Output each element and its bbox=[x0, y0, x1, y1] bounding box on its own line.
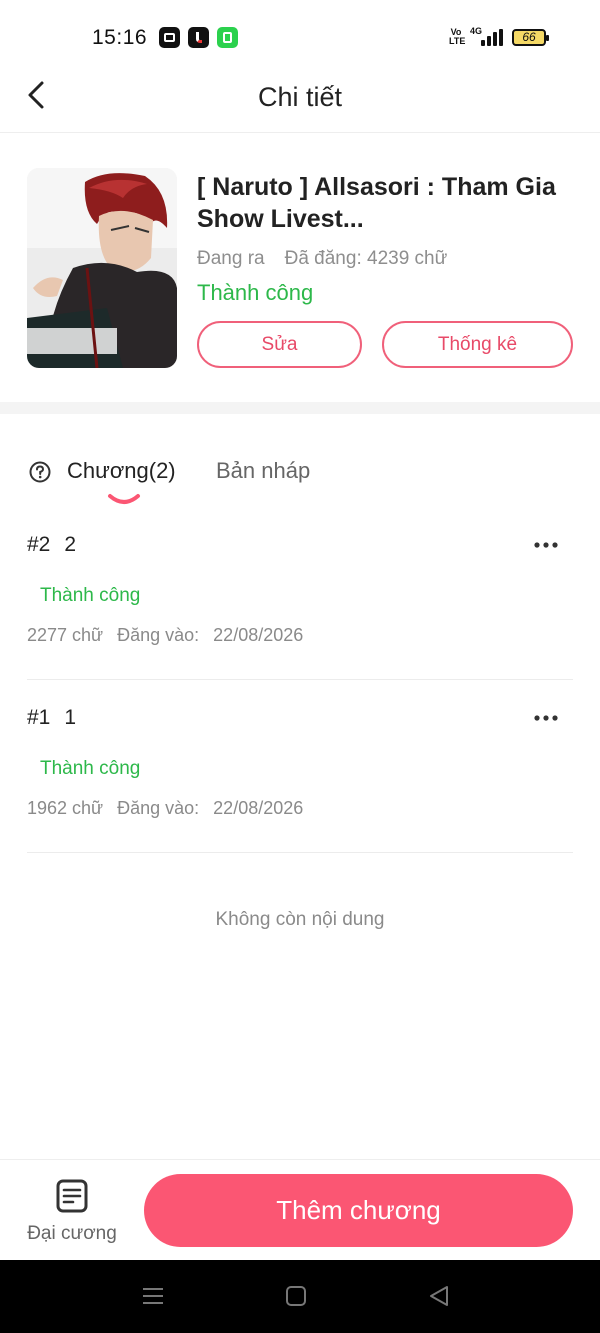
outline-document-icon[interactable] bbox=[56, 1179, 88, 1213]
capcut-icon bbox=[159, 27, 180, 48]
book-meta: Đang ra Đã đăng: 4239 chữ bbox=[197, 248, 447, 270]
more-options-icon[interactable] bbox=[533, 541, 559, 549]
volte-indicator: Vo LTE bbox=[449, 27, 466, 46]
stats-button[interactable]: Thống kê bbox=[382, 321, 573, 368]
add-chapter-button[interactable]: Thêm chương bbox=[144, 1174, 573, 1247]
book-word-count: Đã đăng: 4239 chữ bbox=[284, 248, 448, 269]
chapter-date: 22/08/2026 bbox=[213, 798, 304, 818]
chapter-item[interactable]: #1 1 Thành công 1962 chữ Đăng vào: 22/08/20… bbox=[27, 680, 573, 853]
end-of-list-message: Không còn nội dung bbox=[215, 909, 385, 930]
more-options-icon[interactable] bbox=[533, 714, 559, 722]
battery-level: 66 bbox=[522, 30, 536, 44]
signal-icon bbox=[481, 29, 507, 46]
section-divider bbox=[0, 402, 600, 414]
menu-icon[interactable] bbox=[141, 1284, 165, 1308]
bottom-action-bar: Đại cương Thêm chương bbox=[0, 1159, 600, 1260]
status-bar: 15:16 Vo LTE 4G 66 bbox=[0, 0, 600, 66]
chapter-number: #1 bbox=[27, 706, 51, 729]
back-triangle-icon[interactable] bbox=[427, 1284, 451, 1308]
book-status: Thành công bbox=[197, 280, 314, 305]
chapter-word-count: 1962 chữ bbox=[27, 798, 104, 818]
calculator-icon bbox=[217, 27, 238, 48]
chapter-title: #2 2 bbox=[27, 533, 76, 557]
help-icon[interactable] bbox=[29, 461, 51, 483]
chapter-word-count: 2277 chữ bbox=[27, 625, 104, 645]
system-nav-bar bbox=[0, 1260, 600, 1333]
chapter-posted-label: Đăng vào: bbox=[117, 798, 200, 818]
home-icon[interactable] bbox=[284, 1284, 308, 1308]
chapter-status: Thành công bbox=[40, 585, 141, 606]
edit-button[interactable]: Sửa bbox=[197, 321, 362, 368]
chapter-status: Thành công bbox=[40, 758, 141, 779]
book-cover-image[interactable] bbox=[27, 168, 177, 368]
header: Chi tiết bbox=[0, 66, 600, 133]
chapter-title: #1 1 bbox=[27, 706, 76, 730]
active-tab-indicator bbox=[108, 494, 140, 504]
page-title: Chi tiết bbox=[257, 82, 343, 112]
chapter-name: 1 bbox=[64, 706, 77, 729]
outline-label[interactable]: Đại cương bbox=[0, 1223, 144, 1245]
chapter-meta: 2277 chữ Đăng vào: 22/08/2026 bbox=[27, 625, 303, 646]
tab-chapters[interactable]: Chương(2) bbox=[67, 458, 176, 484]
chapter-date: 22/08/2026 bbox=[213, 625, 304, 645]
chapter-posted-label: Đăng vào: bbox=[117, 625, 200, 645]
battery-icon: 66 bbox=[512, 29, 549, 46]
chapter-meta: 1962 chữ Đăng vào: 22/08/2026 bbox=[27, 798, 303, 819]
status-time: 15:16 bbox=[92, 26, 148, 49]
tiktok-icon bbox=[188, 27, 209, 48]
chapter-number: #2 bbox=[27, 533, 51, 556]
tab-drafts[interactable]: Bản nháp bbox=[216, 458, 310, 484]
book-title: [ Naruto ] Allsasori : Tham Gia Show Liv… bbox=[197, 173, 556, 233]
chapter-item[interactable]: #2 2 Thành công 2277 chữ Đăng vào: 22/08/20… bbox=[27, 507, 573, 680]
book-state: Đang ra bbox=[197, 248, 265, 269]
chapter-name: 2 bbox=[64, 533, 77, 556]
